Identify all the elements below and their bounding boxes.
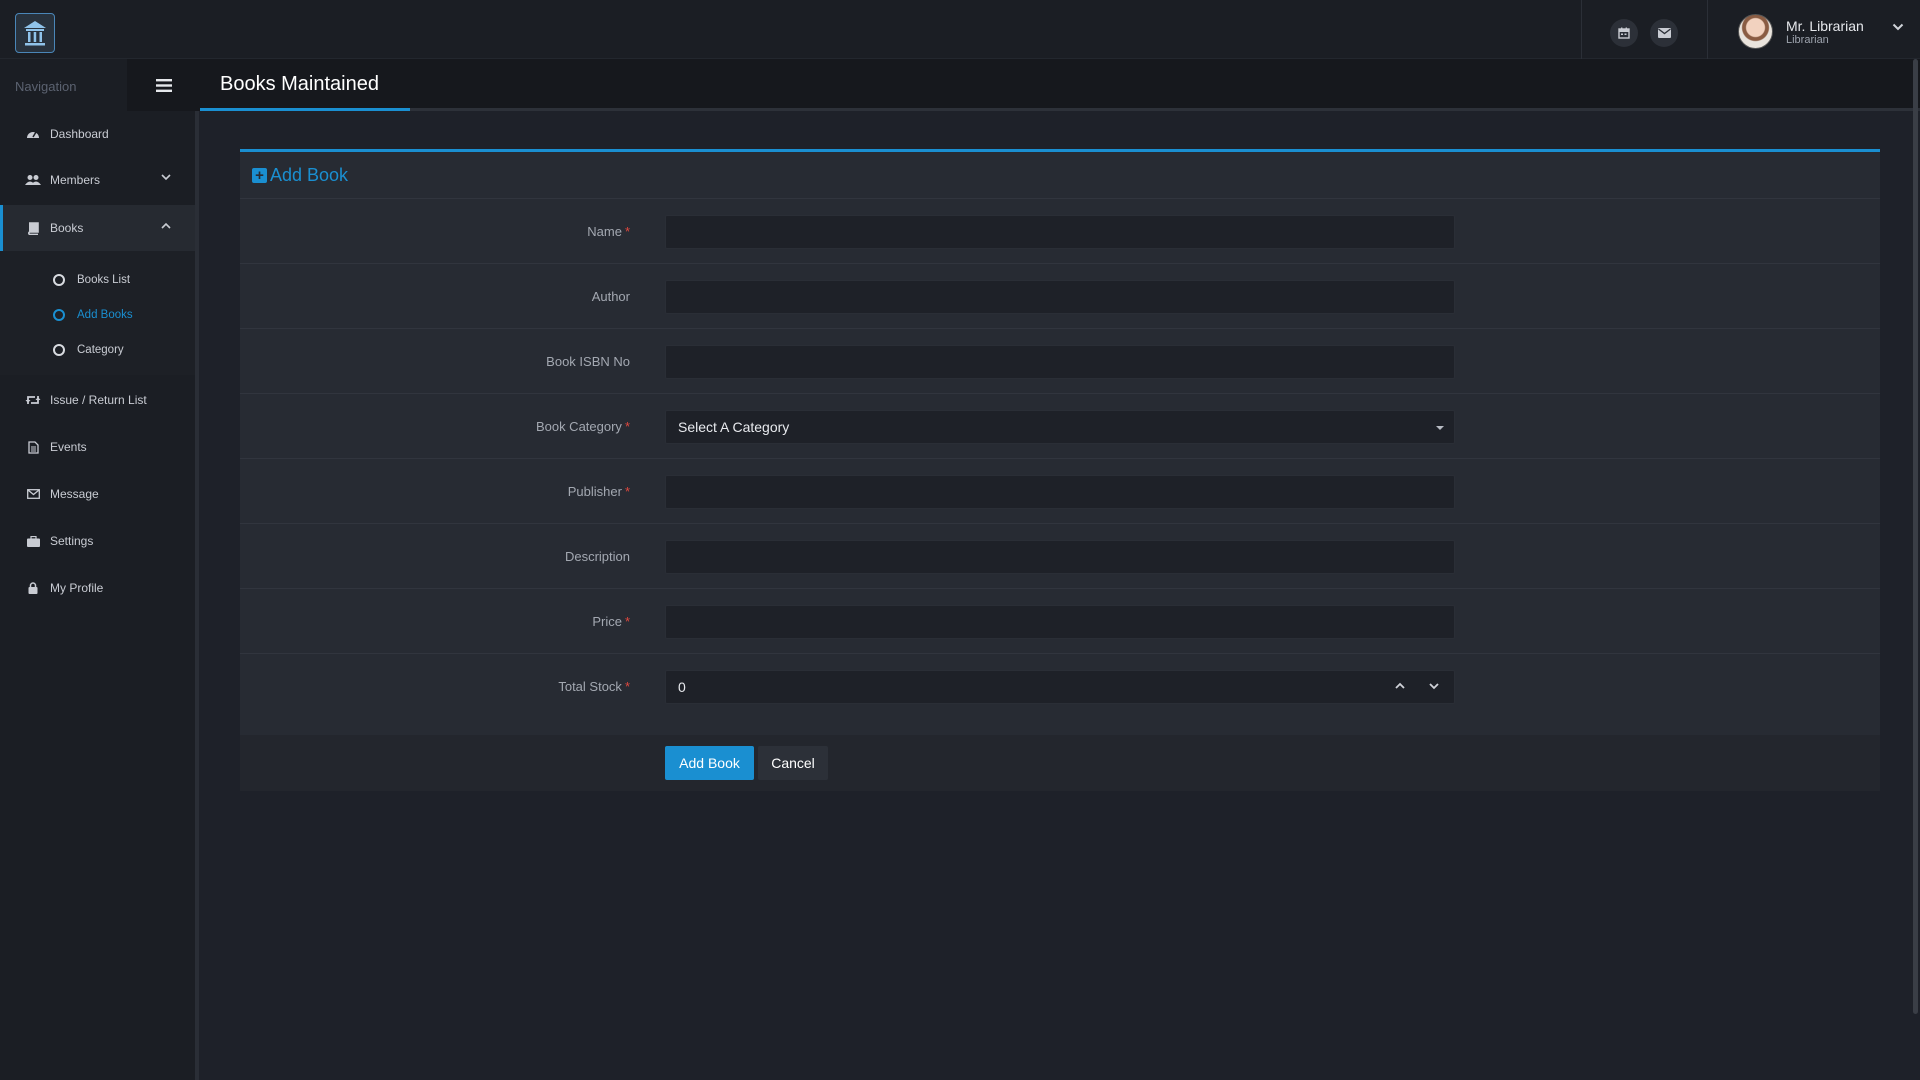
books-submenu: Books List Add Books Category <box>0 251 195 375</box>
building-icon <box>24 21 46 46</box>
calendar-icon <box>1618 27 1630 39</box>
form-row-category: Book Category * Select A Category <box>240 394 1880 459</box>
sidebar-item-issue-return[interactable]: Issue / Return List <box>0 377 195 423</box>
chevron-down-icon <box>1892 23 1904 31</box>
hamburger-icon <box>155 78 172 92</box>
price-input[interactable] <box>665 605 1455 639</box>
chevron-up-icon[interactable] <box>1394 681 1406 691</box>
form-row-name: Name * <box>240 199 1880 264</box>
sidebar: Navigation Dashboard Members Books Books… <box>0 59 195 1080</box>
retweet-icon <box>25 392 41 408</box>
publisher-label: Publisher * <box>567 484 630 499</box>
mail-button[interactable] <box>1650 19 1678 47</box>
isbn-label: Book ISBN No <box>546 354 630 369</box>
price-label: Price * <box>592 614 630 629</box>
sidebar-toggle-button[interactable] <box>127 59 200 111</box>
panel-heading: + Add Book <box>240 152 1880 199</box>
sidebar-item-label: Settings <box>50 534 94 548</box>
user-menu[interactable]: Mr. Librarian Librarian <box>1738 14 1908 50</box>
chevron-down-icon[interactable] <box>1428 681 1440 691</box>
form-row-author: Author <box>240 264 1880 329</box>
plus-square-icon: + <box>252 167 267 183</box>
author-input[interactable] <box>665 280 1455 314</box>
user-role: Librarian <box>1786 34 1829 46</box>
form-actions: Add Book Cancel <box>240 735 1880 791</box>
category-select[interactable]: Select A Category <box>665 410 1455 444</box>
submenu-item-add-books[interactable]: Add Books <box>53 306 133 324</box>
add-book-panel: + Add Book Name * Author Book ISBN No Boo… <box>240 149 1880 791</box>
sidebar-item-label: Events <box>50 440 87 454</box>
category-select-value: Select A Category <box>678 419 790 435</box>
publisher-input[interactable] <box>665 475 1455 509</box>
sidebar-item-label: Dashboard <box>50 127 109 141</box>
sidebar-item-label: Message <box>50 487 99 501</box>
sidebar-item-message[interactable]: Message <box>0 471 195 517</box>
nav-title: Navigation <box>15 79 77 94</box>
description-input[interactable] <box>665 540 1455 574</box>
cancel-button[interactable]: Cancel <box>758 746 828 780</box>
category-label: Book Category * <box>535 419 630 434</box>
page-header: Books Maintained <box>200 59 1920 111</box>
briefcase-icon <box>25 533 41 549</box>
sidebar-item-members[interactable]: Members <box>0 157 195 203</box>
sidebar-item-label: Members <box>50 173 101 187</box>
name-input[interactable] <box>665 215 1455 249</box>
panel-title: Add Book <box>270 164 349 185</box>
title-underline <box>200 108 410 111</box>
sidebar-item-events[interactable]: Events <box>0 424 195 470</box>
total-stock-input[interactable]: 0 <box>665 670 1455 704</box>
submenu-item-category[interactable]: Category <box>53 341 124 359</box>
total-stock-label: Total Stock * <box>558 679 630 694</box>
scrollbar[interactable] <box>1913 59 1918 1014</box>
description-label: Description <box>564 549 630 564</box>
circle-icon <box>53 344 65 356</box>
circle-icon <box>53 274 65 286</box>
sidebar-item-dashboard[interactable]: Dashboard <box>0 111 195 157</box>
form-row-price: Price * <box>240 589 1880 654</box>
users-icon <box>25 172 41 188</box>
isbn-input[interactable] <box>665 345 1455 379</box>
submenu-item-label: Category <box>77 344 124 356</box>
chevron-down-icon <box>161 174 171 181</box>
user-name: Mr. Librarian <box>1786 18 1864 34</box>
name-label: Name * <box>587 224 630 239</box>
sidebar-rail <box>195 59 199 1080</box>
sidebar-item-label: My Profile <box>50 581 104 595</box>
form-row-total-stock: Total Stock * 0 <box>240 654 1880 735</box>
sidebar-item-settings[interactable]: Settings <box>0 518 195 564</box>
submenu-item-label: Books List <box>77 274 131 286</box>
library-logo[interactable] <box>15 13 55 53</box>
caret-down-icon <box>1436 426 1444 430</box>
add-book-button[interactable]: Add Book <box>665 746 754 780</box>
sidebar-item-books[interactable]: Books <box>0 205 195 251</box>
author-label: Author <box>591 289 630 304</box>
document-icon <box>25 439 41 455</box>
avatar <box>1738 14 1773 49</box>
sidebar-item-label: Books <box>50 221 84 235</box>
form-row-publisher: Publisher * <box>240 459 1880 524</box>
total-stock-value: 0 <box>678 679 686 695</box>
circle-icon <box>53 309 65 321</box>
dashboard-icon <box>25 126 41 142</box>
page-title: Books Maintained <box>220 73 379 95</box>
sidebar-item-label: Issue / Return List <box>50 393 147 407</box>
submenu-item-books-list[interactable]: Books List <box>53 271 130 289</box>
envelope-icon <box>25 486 41 502</box>
lock-icon <box>25 580 41 596</box>
form-row-description: Description <box>240 524 1880 589</box>
chevron-up-icon <box>161 222 171 229</box>
book-icon <box>25 220 41 236</box>
submenu-item-label: Add Books <box>77 309 133 321</box>
calendar-button[interactable] <box>1610 19 1638 47</box>
divider <box>1581 0 1582 59</box>
sidebar-item-my-profile[interactable]: My Profile <box>0 565 195 611</box>
form-row-isbn: Book ISBN No <box>240 329 1880 394</box>
divider <box>1707 0 1708 59</box>
top-bar: Mr. Librarian Librarian <box>0 0 1920 59</box>
envelope-icon <box>1657 28 1671 38</box>
